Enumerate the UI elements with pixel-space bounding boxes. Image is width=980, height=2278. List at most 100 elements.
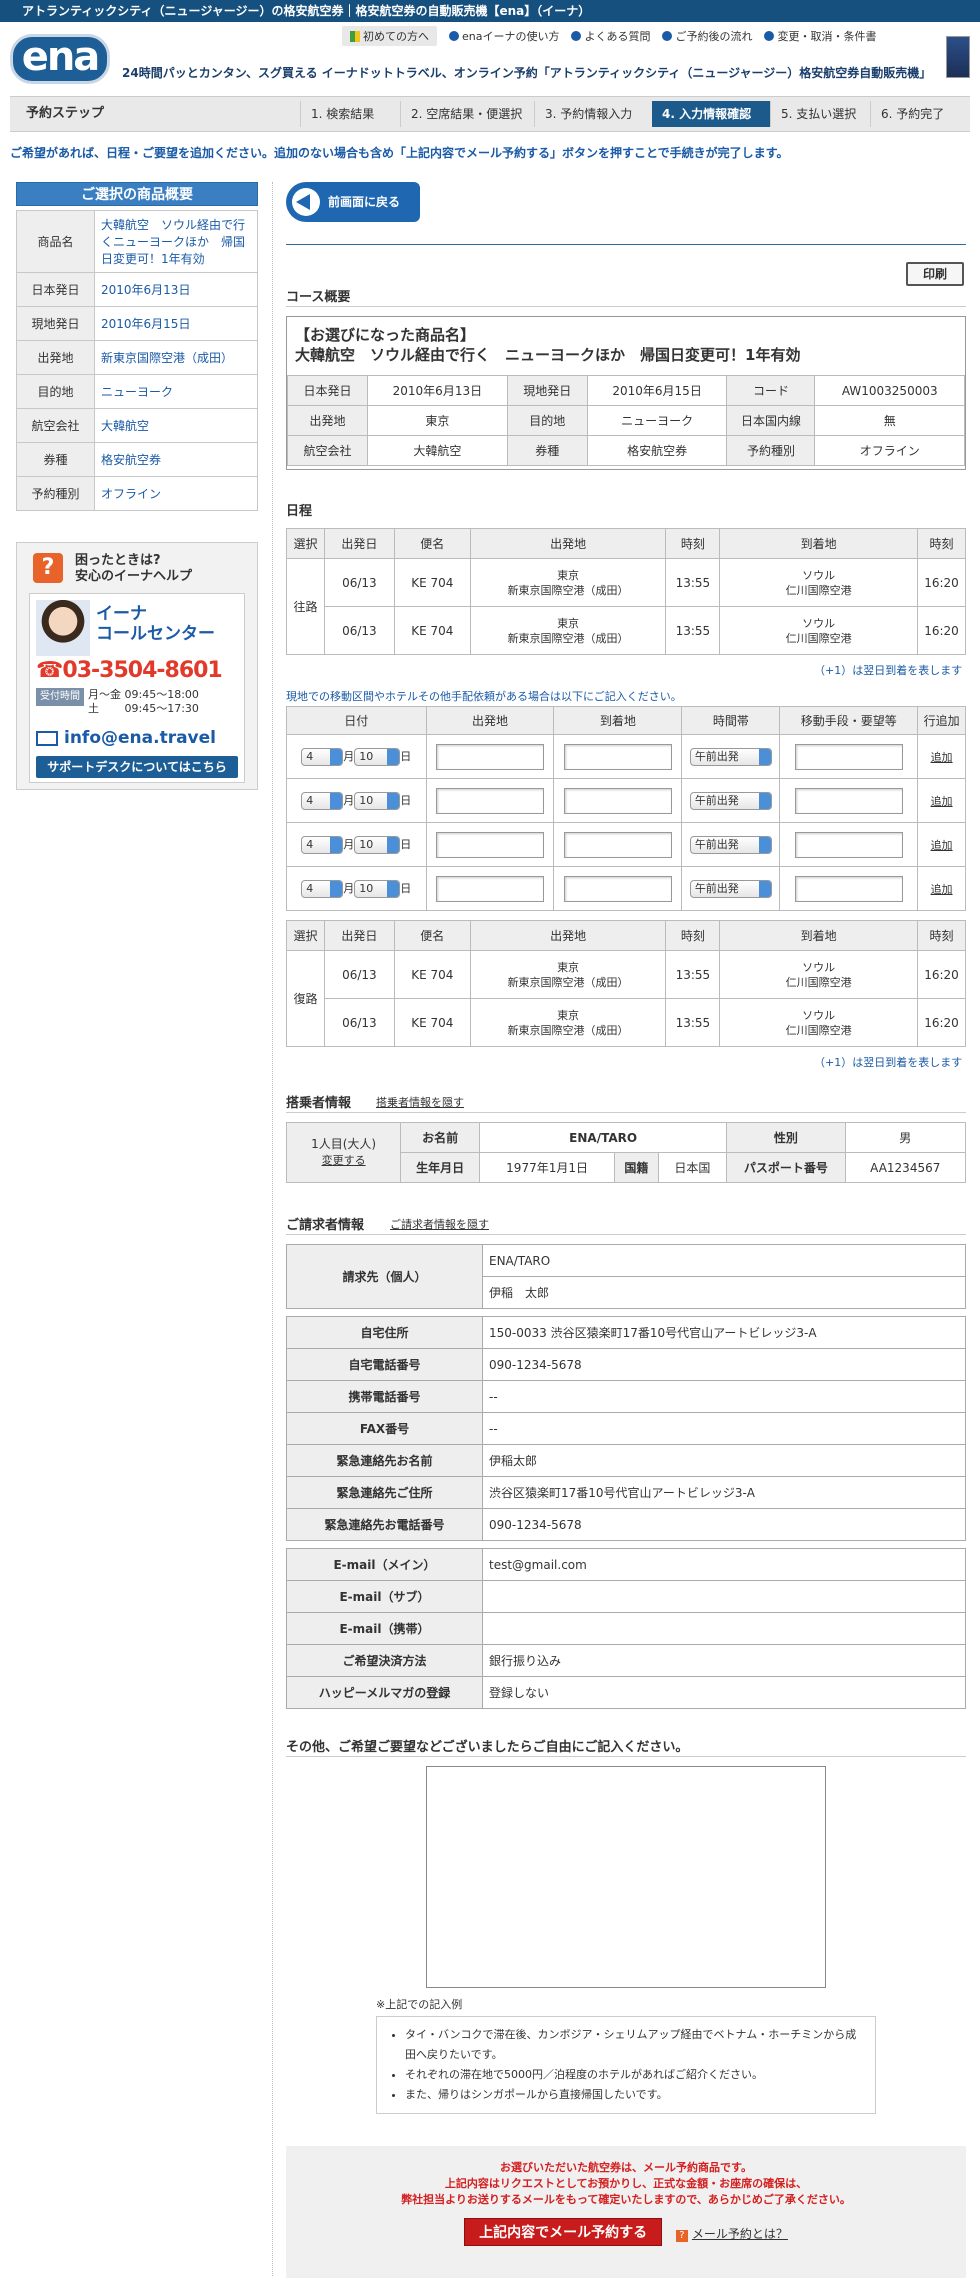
operator-avatar <box>36 600 90 656</box>
question-icon: ? <box>33 553 63 583</box>
hours-badge: 受付時間 <box>36 688 84 706</box>
cell-label: 日本発日 <box>287 375 368 406</box>
field-label: ハッピーメルマガの登録 <box>286 1676 483 1709</box>
cell-label: 航空会社 <box>287 435 368 466</box>
cell-arr-time: 16:20 <box>916 950 967 999</box>
month-select[interactable]: 4 <box>301 879 344 898</box>
add-row-link[interactable]: 追加 <box>931 839 953 852</box>
back-button[interactable]: 前画面に戻る <box>286 182 420 222</box>
billing-payer-box: 請求先（個人） ENA/TARO 伊稲 太郎 <box>286 1244 966 1309</box>
step-6: 6. 予約完了 <box>870 101 970 127</box>
departure-input[interactable] <box>436 831 544 858</box>
col-header: 選択 <box>286 528 325 559</box>
day-select[interactable]: 10 <box>354 791 401 810</box>
departure-input[interactable] <box>436 743 544 770</box>
passenger-box: 1人目(大人) 変更する お名前 ENA/TARO 性別 男 生年月日 1977年… <box>285 1122 967 1183</box>
arrival-input[interactable] <box>563 875 672 902</box>
print-button[interactable]: 印刷 <box>906 262 964 286</box>
select-arrow-icon <box>387 748 400 765</box>
month-value: 4 <box>306 793 314 807</box>
time-select[interactable]: 午前出発 <box>689 747 772 766</box>
example-title: ※上記での記入例 <box>376 1998 463 2011</box>
add-row-link[interactable]: 追加 <box>931 751 953 764</box>
call-center-card: イーナ コールセンター ☎03-3504-8601 受付時間 月～金 09:45～1… <box>29 593 245 783</box>
passenger-gender: 男 <box>844 1122 967 1153</box>
cell-label: 予約種別 <box>726 435 816 466</box>
departure-input[interactable] <box>436 787 544 814</box>
request-input[interactable] <box>794 743 903 770</box>
cell-date: 06/13 <box>323 950 395 999</box>
support-desk-button[interactable]: サポートデスクについてはこちら <box>36 756 238 778</box>
header-nav: 初めての方へ enaイーナの使い方 よくある質問 ご予約後の流れ 変更・取消・条… <box>342 26 876 46</box>
time-select[interactable]: 午前出発 <box>689 835 772 854</box>
cell-date: 06/13 <box>323 606 395 655</box>
notice-line3: 弊社担当よりお送りするメールをもって確定いたしますので、あらかじめご了承ください… <box>401 2193 851 2206</box>
email-link[interactable]: info@ena.travel <box>36 728 216 748</box>
cell-value: 格安航空券 <box>586 435 728 466</box>
time-select[interactable]: 午前出発 <box>689 879 772 898</box>
nav-after-booking[interactable]: ご予約後の流れ <box>662 26 752 46</box>
day-select[interactable]: 10 <box>354 835 401 854</box>
arrival-input[interactable] <box>563 831 672 858</box>
list-item: タイ・バンコクで滞在後、カンボジア・シェリムアップ経由でベトナム・ホーチミンから… <box>405 2025 865 2065</box>
summary-label: 予約種別 <box>16 476 95 511</box>
arrival-cell <box>553 734 683 779</box>
day-select[interactable]: 10 <box>354 747 401 766</box>
cell-label: 出発地 <box>287 405 368 436</box>
departure-input[interactable] <box>436 875 544 902</box>
column-divider <box>272 182 273 2276</box>
add-cell: 追加 <box>917 866 966 911</box>
month-select[interactable]: 4 <box>301 835 344 854</box>
course-detail-table: 日本発日 2010年6月13日 現地発日 2010年6月15日 コード AW10032… <box>287 375 965 466</box>
change-passenger-link[interactable]: 変更する <box>322 1154 366 1167</box>
col-header: 到着地 <box>719 528 918 559</box>
summary-label: 商品名 <box>16 210 95 273</box>
nav-label: 変更・取消・条件書 <box>777 30 877 43</box>
select-arrow-icon <box>330 836 343 853</box>
local-arrangement-form: 日付 出発地 到着地 時間帯 移動手段・要望等 行追加 4 月 10 日 午前出発 追… <box>286 706 966 911</box>
request-input[interactable] <box>794 787 903 814</box>
vending-machine-icon <box>946 36 970 78</box>
month-select[interactable]: 4 <box>301 747 344 766</box>
phone-number: ☎03-3504-8601 <box>36 658 223 683</box>
cell-arr-time: 16:20 <box>916 998 967 1047</box>
day-select[interactable]: 10 <box>354 879 401 898</box>
field-label: 緊急連絡先お電話番号 <box>286 1508 483 1541</box>
outbound-schedule: 選択 出発日 便名 出発地 時刻 到着地 時刻 往路 06/13 KE 704 … <box>286 528 967 655</box>
what-is-mail-reservation-link[interactable]: ? メール予約とは？ <box>675 2225 788 2242</box>
cell-label: 目的地 <box>506 405 588 436</box>
bullet-icon <box>449 31 459 41</box>
center-line2: コールセンター <box>96 624 215 644</box>
nav-faq[interactable]: よくある質問 <box>571 26 650 46</box>
select-arrow-icon <box>330 880 343 897</box>
submit-mail-reservation-button[interactable]: 上記内容でメール予約する <box>464 2218 663 2246</box>
add-row-link[interactable]: 追加 <box>931 883 953 896</box>
ena-logo[interactable]: ena <box>10 34 110 84</box>
from-airport: 新東京国際空港（成田） <box>507 583 629 597</box>
hide-billing-link[interactable]: ご請求者情報を隠す <box>390 1216 489 1232</box>
table-row: 往路 06/13 KE 704 東京 新東京国際空港（成田） 13:55 ソウル仁… <box>286 558 967 655</box>
from-airport: 新東京国際空港（成田） <box>507 631 629 645</box>
local-arrangement-note: 現地での移動区間やホテルその他手配依頼がある場合は以下にご記入ください。 <box>286 690 682 703</box>
cell-label: 券種 <box>506 435 588 466</box>
month-unit: 月 <box>343 793 355 807</box>
cell-dep-time: 13:55 <box>665 606 721 655</box>
nav-how-to-use[interactable]: enaイーナの使い方 <box>449 26 559 46</box>
arrival-input[interactable] <box>563 787 672 814</box>
arrival-input[interactable] <box>563 743 672 770</box>
month-select[interactable]: 4 <box>301 791 344 810</box>
hide-passenger-link[interactable]: 搭乗者情報を隠す <box>376 1094 464 1110</box>
summary-label: 目的地 <box>16 374 95 409</box>
nav-terms[interactable]: 変更・取消・条件書 <box>764 26 876 46</box>
request-input[interactable] <box>794 875 903 902</box>
time-select[interactable]: 午前出発 <box>689 791 772 810</box>
add-row-link[interactable]: 追加 <box>931 795 953 808</box>
summary-value: 新東京国際空港（成田） <box>94 340 258 375</box>
nav-label: 初めての方へ <box>363 30 429 43</box>
summary-value: 2010年6月15日 <box>94 306 258 341</box>
col-header: 時刻 <box>916 528 967 559</box>
request-input[interactable] <box>794 831 903 858</box>
nav-first-time[interactable]: 初めての方へ <box>342 26 437 46</box>
request-textarea[interactable] <box>426 1766 826 1988</box>
cell-label: コード <box>726 375 816 406</box>
